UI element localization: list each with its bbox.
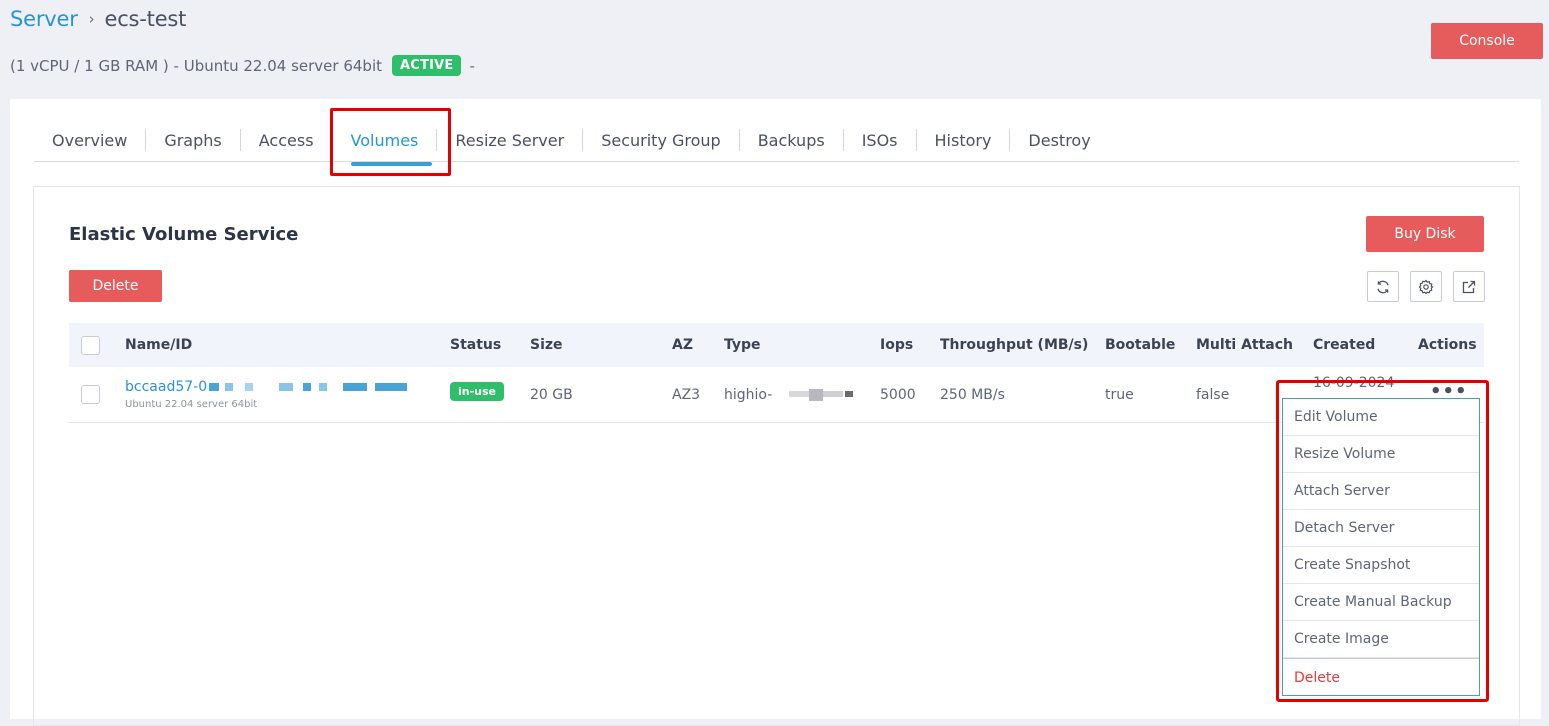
redacted-id-block xyxy=(319,383,327,391)
redacted-type-block xyxy=(845,391,853,397)
column-header-iops: Iops xyxy=(880,337,914,353)
highlight-box-dropdown xyxy=(1276,380,1489,702)
tab-security-group[interactable]: Security Group xyxy=(583,129,740,151)
column-header-status: Status xyxy=(450,337,502,353)
select-all-checkbox[interactable] xyxy=(81,336,100,355)
volume-type: highio- xyxy=(724,387,773,403)
row-checkbox[interactable] xyxy=(81,385,100,404)
tab-overview[interactable]: Overview xyxy=(34,129,147,151)
redacted-type-block xyxy=(789,391,809,397)
export-button[interactable] xyxy=(1453,271,1485,302)
tab-destroy[interactable]: Destroy xyxy=(1010,129,1108,151)
redacted-type-block xyxy=(823,391,843,397)
volume-multi-attach: false xyxy=(1196,387,1230,403)
column-header-created: Created xyxy=(1313,337,1376,353)
volume-bootable: true xyxy=(1105,387,1134,403)
breadcrumb-server-link[interactable]: Server xyxy=(10,7,78,31)
redacted-id-block xyxy=(225,383,233,391)
tab-access[interactable]: Access xyxy=(241,129,333,151)
tab-graphs[interactable]: Graphs xyxy=(146,129,241,151)
gear-icon xyxy=(1418,279,1434,294)
redacted-id-block xyxy=(279,383,293,391)
buy-disk-button[interactable]: Buy Disk xyxy=(1366,216,1484,252)
volume-name-link[interactable]: bccaad57-0 xyxy=(125,379,207,395)
breadcrumb-current: ecs-test xyxy=(104,7,187,31)
volume-az: AZ3 xyxy=(672,387,701,403)
external-link-icon xyxy=(1462,280,1476,293)
breadcrumb: Server › ecs-test xyxy=(10,7,186,31)
redacted-id-block xyxy=(375,383,407,391)
column-header-actions: Actions xyxy=(1418,337,1477,353)
status-badge-in-use: in-use xyxy=(450,382,505,401)
volume-throughput: 250 MB/s xyxy=(940,387,1005,403)
tab-bar: Overview Graphs Access Volumes Resize Se… xyxy=(34,119,1519,166)
tab-isos[interactable]: ISOs xyxy=(844,129,917,151)
server-summary: (1 vCPU / 1 GB RAM ) - Ubuntu 22.04 serv… xyxy=(10,55,475,76)
volume-size: 20 GB xyxy=(530,387,573,403)
volume-iops: 5000 xyxy=(880,387,916,403)
column-header-size: Size xyxy=(530,337,563,353)
redacted-id-block xyxy=(209,383,219,391)
column-header-name: Name/ID xyxy=(125,337,193,353)
column-header-type: Type xyxy=(724,337,761,353)
redacted-type-block xyxy=(809,389,823,401)
server-spec-text: (1 vCPU / 1 GB RAM ) - Ubuntu 22.04 serv… xyxy=(10,56,382,75)
console-button[interactable]: Console xyxy=(1431,23,1543,59)
redacted-id-block xyxy=(303,383,311,391)
column-header-bootable: Bootable xyxy=(1105,337,1176,353)
status-badge: ACTIVE xyxy=(392,55,462,76)
column-header-multi-attach: Multi Attach xyxy=(1196,337,1293,353)
tab-resize-server[interactable]: Resize Server xyxy=(437,129,584,151)
subtitle-trailing: - xyxy=(469,56,475,75)
table-row: bccaad57-0 Ubuntu 22.04 server 64bit in-… xyxy=(69,367,1484,423)
delete-button[interactable]: Delete xyxy=(69,270,162,302)
section-title: Elastic Volume Service xyxy=(69,224,299,245)
highlight-box-volumes-tab xyxy=(330,108,451,176)
breadcrumb-separator: › xyxy=(88,10,95,28)
volume-subtitle: Ubuntu 22.04 server 64bit xyxy=(125,399,258,410)
refresh-button[interactable] xyxy=(1367,271,1399,302)
tab-backups[interactable]: Backups xyxy=(740,129,844,151)
redacted-id-block xyxy=(343,383,367,391)
column-header-az: AZ xyxy=(672,337,693,353)
settings-button[interactable] xyxy=(1410,271,1442,302)
refresh-icon xyxy=(1377,280,1389,293)
redacted-id-block xyxy=(245,383,253,391)
column-header-throughput: Throughput (MB/s) xyxy=(940,337,1089,353)
tab-history[interactable]: History xyxy=(917,129,1011,151)
table-header: Name/ID Status Size AZ Type Iops Through… xyxy=(69,323,1484,367)
